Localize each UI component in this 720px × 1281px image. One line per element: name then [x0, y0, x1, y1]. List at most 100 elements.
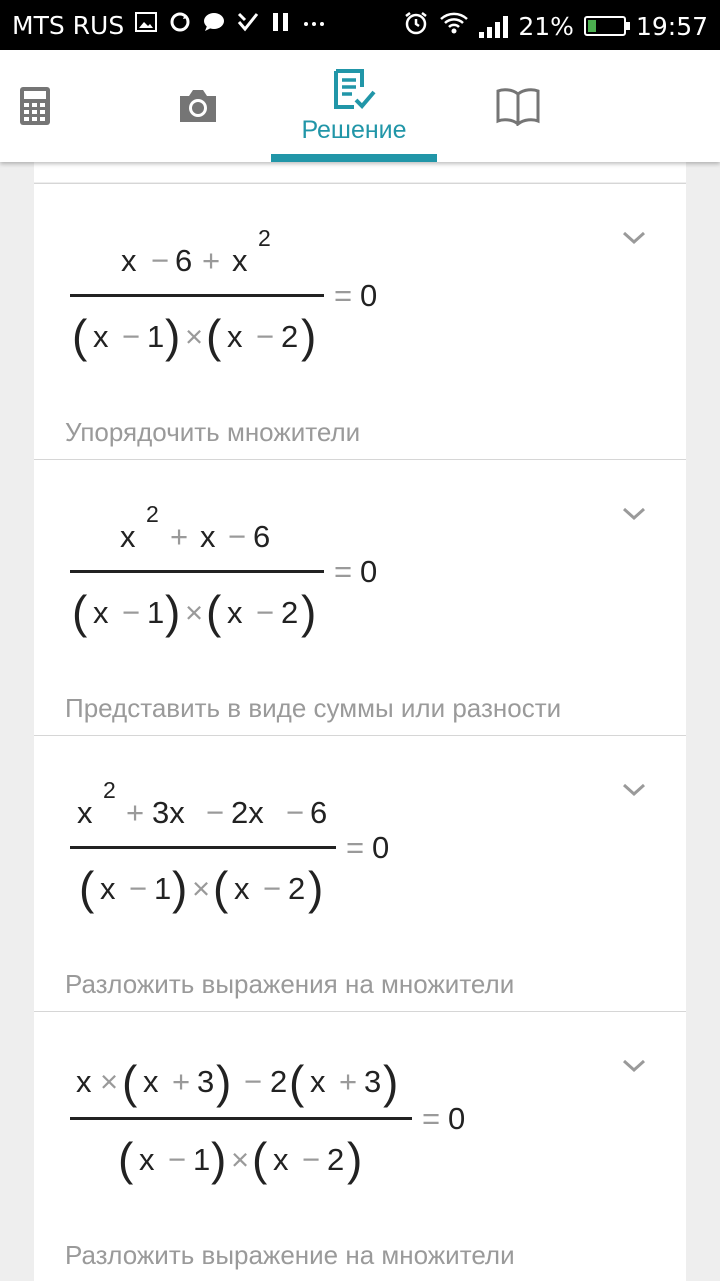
fraction-bar	[70, 570, 324, 573]
math-symbol: x	[93, 595, 109, 630]
math-paren: (	[213, 862, 229, 914]
math-paren: (	[118, 1133, 134, 1185]
math-rhs: 0	[372, 830, 389, 865]
math-symbol: 1	[154, 871, 171, 906]
math-paren: )	[347, 1133, 362, 1185]
step-1-equation: x − 6 + x 2 ( x − 1 ) × ( x − 2 ) = 0	[70, 225, 377, 362]
more-notifications-icon	[302, 10, 326, 40]
tab-calculator[interactable]	[0, 50, 70, 162]
math-symbol: 2	[288, 871, 305, 906]
math-rhs: 0	[360, 554, 377, 589]
math-symbol: x	[232, 243, 248, 278]
step-card[interactable]: x × ( x + 3 ) − 2 ( x + 3 ) ( x − 1 ) × …	[34, 1011, 686, 1281]
chat-icon	[202, 10, 226, 40]
math-symbol: x	[227, 595, 243, 630]
math-operator: −	[244, 1064, 262, 1099]
tab-book[interactable]	[470, 50, 565, 162]
step-card[interactable]: x − 6 + x 2 ( x − 1 ) × ( x − 2 ) = 0 Уп…	[34, 183, 686, 460]
math-paren: (	[72, 310, 88, 362]
math-symbol: x	[200, 519, 216, 554]
math-operator: −	[286, 795, 304, 830]
chevron-down-icon[interactable]	[622, 1054, 646, 1078]
status-bar: MTS RUS 21% 19:57	[0, 0, 720, 50]
fraction-bar	[70, 846, 336, 849]
math-symbol: x	[77, 795, 93, 830]
math-symbol: 1	[193, 1142, 210, 1177]
step-2-equation: x 2 + x − 6 ( x − 1 ) × ( x − 2 ) = 0	[70, 501, 377, 638]
chevron-down-icon[interactable]	[622, 778, 646, 802]
math-symbol: 2	[270, 1064, 287, 1099]
math-operator: +	[172, 1064, 190, 1099]
tab-solution[interactable]: Решение	[271, 50, 437, 162]
math-symbol: x	[76, 1064, 92, 1099]
math-paren: )	[383, 1056, 398, 1108]
math-operator: −	[302, 1142, 320, 1177]
clock: 19:57	[635, 11, 708, 41]
sync-icon	[168, 10, 192, 40]
alarm-icon	[403, 10, 429, 42]
math-paren: (	[252, 1133, 268, 1185]
math-symbol: x	[143, 1064, 159, 1099]
signal-strength-icon	[479, 14, 509, 38]
math-symbol: 3x	[152, 795, 185, 830]
step-description: Разложить выражение на множители	[65, 1240, 515, 1270]
camera-icon	[179, 90, 216, 122]
tab-solution-label: Решение	[301, 115, 407, 144]
math-operator: ×	[100, 1064, 118, 1099]
math-paren: )	[216, 1056, 231, 1108]
battery-icon	[583, 16, 630, 36]
math-operator: ×	[231, 1142, 249, 1177]
math-paren: )	[301, 586, 316, 638]
carrier-name: MTS RUS	[12, 10, 125, 40]
tab-bar: Решение	[0, 50, 720, 162]
math-operator: −	[256, 595, 274, 630]
math-operator: −	[206, 795, 224, 830]
math-paren: (	[206, 310, 222, 362]
math-paren: )	[165, 310, 180, 362]
step-card[interactable]: x 2 + x − 6 ( x − 1 ) × ( x − 2 ) = 0 Пр…	[34, 459, 686, 736]
fraction-bar	[70, 1117, 412, 1120]
math-operator: +	[170, 519, 188, 554]
wifi-icon	[439, 11, 469, 41]
math-exponent: 2	[146, 501, 159, 527]
math-symbol: x	[120, 519, 136, 554]
math-operator: ×	[192, 871, 210, 906]
math-equals: =	[346, 830, 364, 865]
math-symbol: x	[227, 319, 243, 354]
math-paren: )	[211, 1133, 226, 1185]
math-operator: −	[122, 595, 140, 630]
step-description: Представить в виде суммы или разности	[65, 693, 562, 723]
solution-steps-list: x − 6 + x 2 ( x − 1 ) × ( x − 2 ) = 0 Уп…	[34, 142, 686, 1281]
math-rhs: 0	[360, 278, 377, 313]
math-paren: (	[79, 862, 95, 914]
math-symbol: 6	[175, 243, 192, 278]
tab-camera[interactable]	[150, 50, 245, 162]
math-operator: −	[256, 319, 274, 354]
math-operator: ×	[185, 595, 203, 630]
math-operator: +	[339, 1064, 357, 1099]
math-symbol: 2	[327, 1142, 344, 1177]
check-notification-icon	[236, 10, 260, 40]
chevron-down-icon[interactable]	[622, 226, 646, 250]
step-description: Разложить выражения на множители	[65, 969, 515, 999]
math-symbol: x	[273, 1142, 289, 1177]
math-symbol: 2	[281, 319, 298, 354]
math-symbol: 2	[281, 595, 298, 630]
math-paren: (	[206, 586, 222, 638]
math-symbol: 6	[310, 795, 327, 830]
calculator-icon	[20, 87, 50, 125]
math-operator: −	[122, 319, 140, 354]
fraction-bar	[70, 294, 324, 297]
math-operator: −	[263, 871, 281, 906]
step-description: Упорядочить множители	[65, 417, 361, 447]
math-symbol: 3	[197, 1064, 214, 1099]
math-symbol: x	[100, 871, 116, 906]
pause-icon	[270, 10, 292, 40]
chevron-down-icon[interactable]	[622, 502, 646, 526]
math-paren: )	[165, 586, 180, 638]
math-rhs: 0	[448, 1101, 465, 1136]
math-symbol: 3	[364, 1064, 381, 1099]
image-notification-icon	[134, 10, 158, 40]
math-operator: ×	[185, 319, 203, 354]
step-card[interactable]: x 2 + 3x − 2x − 6 ( x − 1 ) × ( x − 2 ) …	[34, 735, 686, 1012]
